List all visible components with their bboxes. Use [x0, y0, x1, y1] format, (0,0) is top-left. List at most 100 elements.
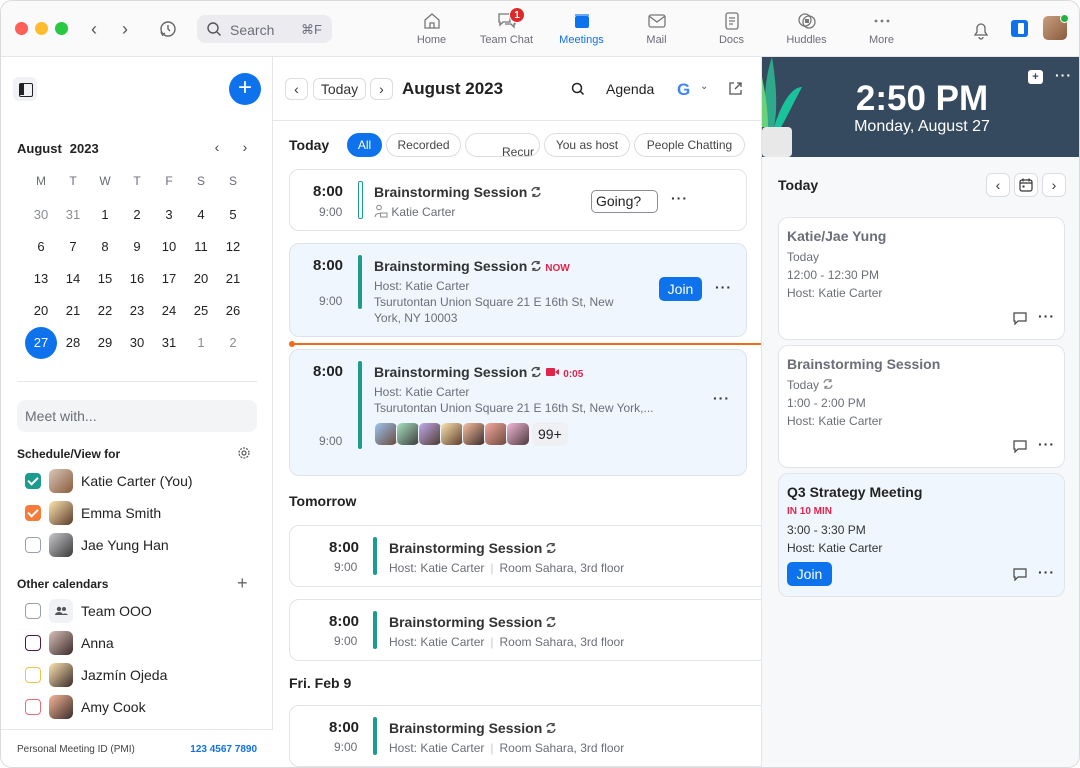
meet-with-input[interactable]: Meet with... [17, 400, 257, 432]
upcoming-meeting-card[interactable]: Brainstorming Session Today 1:00 - 2:00 … [778, 345, 1065, 468]
calendar-day[interactable]: 29 [89, 327, 121, 359]
add-calendar-icon[interactable] [1028, 70, 1043, 84]
more-options-icon[interactable]: ··· [1038, 564, 1055, 580]
calendar-day[interactable]: 20 [185, 263, 217, 295]
checkbox[interactable] [25, 667, 41, 683]
calendar-day[interactable]: 11 [185, 231, 217, 263]
back-button[interactable]: ‹ [84, 18, 104, 40]
calendar-person-row[interactable]: Katie Carter (You) [25, 467, 255, 495]
calendar-day[interactable]: 12 [217, 231, 249, 263]
history-icon[interactable] [157, 18, 179, 40]
calendar-person-row[interactable]: Emma Smith [25, 499, 255, 527]
chevron-down-icon[interactable]: ⌄ [700, 81, 708, 92]
filter-recurring[interactable]: Recur [465, 133, 540, 157]
more-options-icon[interactable]: ··· [671, 190, 688, 206]
next-period-button[interactable]: › [370, 78, 393, 100]
calendar-day[interactable]: 21 [217, 263, 249, 295]
event-card[interactable]: 8:00 9:00 Brainstorming Session Host: Ka… [289, 705, 761, 767]
search-input[interactable]: Search ⌘F [197, 15, 332, 43]
more-options-icon[interactable]: ··· [1038, 436, 1055, 452]
popout-icon[interactable] [728, 81, 743, 96]
calendar-day[interactable]: 6 [25, 231, 57, 263]
more-options-icon[interactable]: ··· [715, 279, 732, 295]
rsvp-dropdown[interactable]: Going? [591, 190, 658, 213]
calendar-day[interactable]: 8 [89, 231, 121, 263]
view-selector[interactable]: Agenda [606, 81, 654, 97]
tab-docs[interactable]: Docs [694, 1, 769, 57]
filter-you-as-host[interactable]: You as host [544, 133, 630, 157]
calendar-person-row[interactable]: Anna [25, 629, 255, 657]
forward-button[interactable]: › [115, 18, 135, 40]
tab-meetings[interactable]: Meetings [544, 1, 619, 57]
filter-recorded[interactable]: Recorded [386, 133, 461, 157]
calendar-day[interactable]: 7 [57, 231, 89, 263]
next-month-button[interactable]: › [238, 139, 252, 155]
next-day-button[interactable]: › [1042, 173, 1066, 197]
calendar-day[interactable]: 16 [121, 263, 153, 295]
sidebar-toggle-icon[interactable] [13, 77, 37, 101]
today-button[interactable]: Today [313, 78, 366, 100]
calendar-day[interactable]: 3 [153, 199, 185, 231]
more-options-icon[interactable]: ··· [1038, 308, 1055, 324]
chat-icon[interactable] [1013, 568, 1027, 581]
checkbox[interactable] [25, 699, 41, 715]
join-button[interactable]: Join [659, 277, 702, 301]
checkbox[interactable] [25, 537, 41, 553]
calendar-day[interactable]: 28 [57, 327, 89, 359]
more-options-icon[interactable]: ··· [1055, 67, 1072, 83]
tab-mail[interactable]: Mail [619, 1, 694, 57]
new-meeting-button[interactable]: + [229, 73, 261, 105]
prev-period-button[interactable]: ‹ [285, 78, 308, 100]
tab-more[interactable]: More [844, 1, 919, 57]
filter-all[interactable]: All [347, 133, 382, 157]
bell-icon[interactable] [970, 19, 992, 41]
event-card[interactable]: 8:00 9:00 Brainstorming Session Host: Ka… [289, 525, 761, 587]
add-calendar-button[interactable]: + [237, 574, 248, 592]
calendar-day[interactable]: 10 [153, 231, 185, 263]
prev-day-button[interactable]: ‹ [986, 173, 1010, 197]
tab-team-chat[interactable]: 1 Team Chat [469, 1, 544, 57]
checkbox[interactable] [25, 473, 41, 489]
side-panel-toggle-icon[interactable] [1011, 20, 1028, 37]
calendar-day[interactable]: 20 [25, 295, 57, 327]
calendar-day[interactable]: 14 [57, 263, 89, 295]
chat-icon[interactable] [1013, 312, 1027, 325]
checkbox[interactable] [25, 635, 41, 651]
calendar-day[interactable]: 27 [25, 327, 57, 359]
gear-icon[interactable] [237, 446, 251, 460]
tab-home[interactable]: Home [394, 1, 469, 57]
calendar-day[interactable]: 15 [89, 263, 121, 295]
calendar-day[interactable]: 31 [57, 199, 89, 231]
upcoming-meeting-card[interactable]: Katie/Jae Yung Today 12:00 - 12:30 PM Ho… [778, 217, 1065, 340]
calendar-person-row[interactable]: Amy Cook [25, 693, 255, 721]
calendar-day[interactable]: 22 [89, 295, 121, 327]
checkbox[interactable] [25, 603, 41, 619]
search-icon[interactable] [570, 81, 586, 97]
calendar-day[interactable]: 2 [121, 199, 153, 231]
calendar-day[interactable]: 24 [153, 295, 185, 327]
google-calendar-icon[interactable]: G [677, 80, 690, 100]
chat-icon[interactable] [1013, 440, 1027, 453]
calendar-day[interactable]: 4 [185, 199, 217, 231]
calendar-day[interactable]: 17 [153, 263, 185, 295]
calendar-day[interactable]: 26 [217, 295, 249, 327]
calendar-day[interactable]: 9 [121, 231, 153, 263]
calendar-day[interactable]: 23 [121, 295, 153, 327]
filter-people-chatting[interactable]: People Chatting [634, 133, 745, 157]
calendar-day[interactable]: 30 [25, 199, 57, 231]
upcoming-meeting-card[interactable]: Q3 Strategy Meeting IN 10 MIN 3:00 - 3:3… [778, 473, 1065, 597]
maximize-window-button[interactable] [55, 22, 68, 35]
event-card[interactable]: 8:00 9:00 Brainstorming Session Katie Ca… [289, 169, 747, 231]
calendar-day[interactable]: 25 [185, 295, 217, 327]
tab-huddles[interactable]: Huddles [769, 1, 844, 57]
calendar-day[interactable]: 1 [89, 199, 121, 231]
attendee-avatars[interactable]: 99+ [374, 422, 568, 446]
calendar-day[interactable]: 1 [185, 327, 217, 359]
event-card[interactable]: 8:00 9:00 Brainstorming Session 0:05 Host… [289, 349, 747, 476]
calendar-day[interactable]: 13 [25, 263, 57, 295]
calendar-day[interactable]: 2 [217, 327, 249, 359]
calendar-day[interactable]: 5 [217, 199, 249, 231]
event-card[interactable]: 8:00 9:00 Brainstorming Session Host: Ka… [289, 599, 761, 661]
close-window-button[interactable] [15, 22, 28, 35]
calendar-person-row[interactable]: Team OOO [25, 597, 255, 625]
